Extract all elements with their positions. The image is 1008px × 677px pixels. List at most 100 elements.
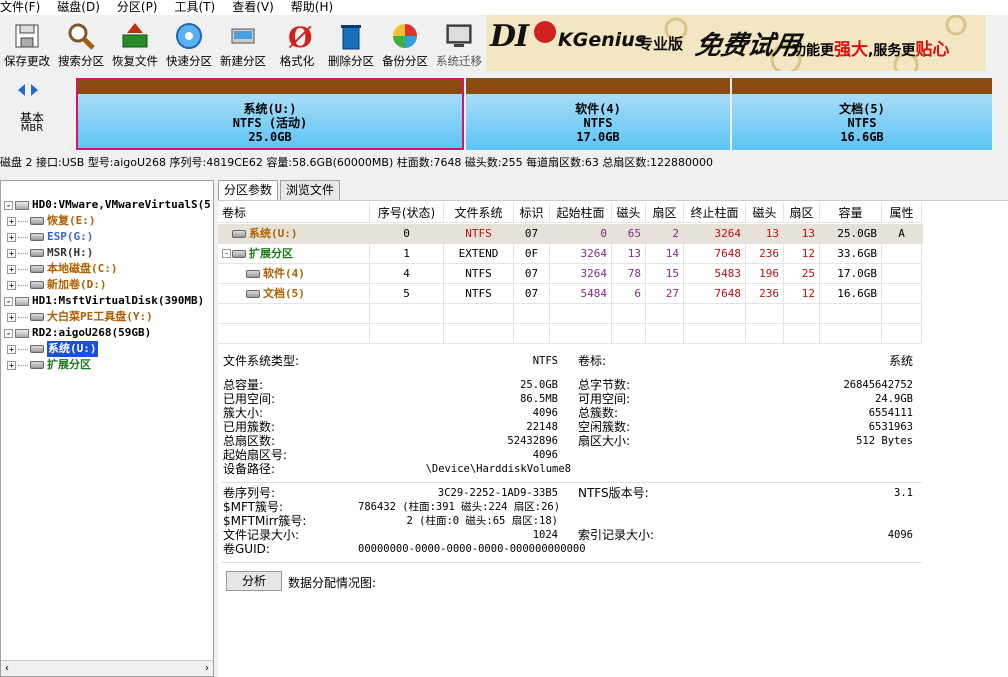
menu-item-2[interactable]: 分区(P) <box>117 0 165 15</box>
toolbar-label: 删除分区 <box>328 54 374 68</box>
analyze-button[interactable]: 分析 <box>226 571 282 591</box>
tree-partition-3[interactable]: + MSR(H:) <box>7 245 93 261</box>
brand-dot-icon <box>534 21 556 43</box>
detail-value: 24.9GB <box>875 393 913 405</box>
column-header[interactable]: 容量 <box>820 203 882 223</box>
expand-icon[interactable]: + <box>7 264 16 274</box>
tree-disk-8[interactable]: - RD2:aigoU268(59GB) <box>4 325 151 341</box>
toolbar-button-2[interactable]: 恢复文件 <box>108 15 162 70</box>
empty-cell <box>550 304 612 324</box>
detail-value: 1024 <box>532 529 558 541</box>
cell-sh: 13 <box>612 244 646 264</box>
expand-icon[interactable]: + <box>7 280 16 290</box>
table-row[interactable]: 软件(4) 4 NTFS 07 3264 78 15 5483 196 25 17.0GB <box>218 264 923 284</box>
toolbar-button-5[interactable]: Ø 格式化 <box>270 15 324 70</box>
scroll-left-icon[interactable]: ‹ <box>5 663 9 674</box>
empty-cell <box>646 324 684 344</box>
scroll-right-icon[interactable]: › <box>205 663 209 674</box>
detail-value: 6531963 <box>868 421 913 433</box>
cell-attr <box>882 284 922 304</box>
toolbar-button-8[interactable]: 系统迁移 <box>432 15 486 70</box>
cell-sc: 5484 <box>550 284 612 304</box>
tree-partition-10[interactable]: + 扩展分区 <box>7 357 91 373</box>
tree-partition-7[interactable]: + 大白菜PE工具盘(Y:) <box>7 309 153 325</box>
expand-icon[interactable]: + <box>7 360 16 370</box>
expand-icon[interactable]: + <box>7 216 16 226</box>
partition-block-1[interactable]: 软件(4) NTFS 17.0GB <box>466 78 730 150</box>
cell-sc: 3264 <box>550 264 612 284</box>
menu-item-5[interactable]: 帮助(H) <box>291 0 340 15</box>
cell-cap: 17.0GB <box>820 264 882 284</box>
column-header[interactable]: 文件系统 <box>444 203 514 223</box>
column-header[interactable]: 起始柱面 <box>550 203 612 223</box>
column-header[interactable]: 扇区 <box>646 203 684 223</box>
tree-connector <box>18 268 28 270</box>
tree-partition-4[interactable]: + 本地磁盘(C:) <box>7 261 118 277</box>
column-header[interactable]: 磁头 <box>612 203 646 223</box>
column-header[interactable]: 磁头 <box>746 203 784 223</box>
detail-value: \Device\HarddiskVolume8 <box>425 463 571 475</box>
toolbar-button-7[interactable]: 备份分区 <box>378 15 432 70</box>
expand-icon[interactable]: + <box>7 312 16 322</box>
detail-label: 总容量: <box>223 378 264 392</box>
expand-icon[interactable]: + <box>7 232 16 242</box>
partition-block-2[interactable]: 文档(5) NTFS 16.6GB <box>732 78 992 150</box>
detail-value: 2 (柱面:0 磁头:65 扇区:18) <box>406 515 558 527</box>
table-row[interactable]: 系统(U:) 0 NTFS 07 0 65 2 3264 13 13 25.0GB A <box>218 224 923 244</box>
toolbar-label: 备份分区 <box>382 54 428 68</box>
partition-block-0[interactable]: 系统(U:) NTFS (活动) 25.0GB <box>76 78 464 150</box>
expand-icon[interactable]: + <box>7 344 16 354</box>
partition-map: 系统(U:) NTFS (活动) 25.0GB 软件(4) NTFS 17.0GB 文档(5… <box>76 78 992 150</box>
tree-partition-1[interactable]: + 恢复(E:) <box>7 213 96 229</box>
table-row[interactable]: - 扩展分区 1 EXTEND 0F 3264 13 14 7648 236 12 33.6GB <box>218 244 923 264</box>
collapse-icon[interactable]: - <box>4 328 13 338</box>
menu-item-4[interactable]: 查看(V) <box>232 0 281 15</box>
tab-1[interactable]: 浏览文件 <box>280 180 341 200</box>
cell-ec: 7648 <box>684 284 746 304</box>
tree-partition-9[interactable]: + 系统(U:) <box>7 341 98 357</box>
menu-item-1[interactable]: 磁盘(D) <box>57 0 107 15</box>
column-header[interactable]: 扇区 <box>784 203 820 223</box>
tree-horizontal-scrollbar[interactable]: ‹ › <box>1 660 213 676</box>
tree-disk-6[interactable]: - HD1:MsftVirtualDisk(390MB) <box>4 293 204 309</box>
detail-label: 已用簇数: <box>223 420 276 434</box>
tree-partition-2[interactable]: + ESP(G:) <box>7 229 93 245</box>
toolbar-button-4[interactable]: 新建分区 <box>216 15 270 70</box>
tab-strip: 分区参数 浏览文件 <box>218 180 342 200</box>
partition-icon <box>30 313 44 321</box>
brand-edition: 专业版 <box>638 35 684 53</box>
menu-item-3[interactable]: 工具(T) <box>175 0 223 15</box>
detail-value: 4096 <box>532 407 558 419</box>
toolbar-button-1[interactable]: 搜索分区 <box>54 15 108 70</box>
partition-icon <box>30 233 44 241</box>
tree-partition-5[interactable]: + 新加卷(D:) <box>7 277 107 293</box>
column-header[interactable]: 标识 <box>514 203 550 223</box>
cell-sc: 0 <box>550 224 612 244</box>
tree-disk-0[interactable]: - HD0:VMware,VMwareVirtualS(5 <box>4 197 211 213</box>
partition-icon <box>232 250 246 258</box>
collapse-icon[interactable]: - <box>222 249 231 258</box>
column-header[interactable]: 属性 <box>882 203 922 223</box>
collapse-icon[interactable]: - <box>4 296 13 306</box>
save-changes-button[interactable]: 保存更改 <box>0 15 54 70</box>
column-header[interactable]: 卷标 <box>218 203 370 223</box>
column-header[interactable]: 终止柱面 <box>684 203 746 223</box>
volume-label-label: 卷标: <box>578 354 607 368</box>
toolbar-button-6[interactable]: 删除分区 <box>324 15 378 70</box>
quick-partition-icon <box>173 20 205 52</box>
detail-value: 3C29-2252-1AD9-33B5 <box>437 487 558 499</box>
collapse-icon[interactable]: - <box>4 200 13 210</box>
data-distribution-label: 数据分配情况图: <box>288 576 377 590</box>
hard-disk-icon <box>15 200 29 210</box>
menu-item-0[interactable]: 文件(F) <box>0 0 47 15</box>
next-disk-icon[interactable] <box>31 84 38 96</box>
prev-disk-icon[interactable] <box>18 84 25 96</box>
tab-0[interactable]: 分区参数 <box>218 180 279 200</box>
tree-label: 本地磁盘(C:) <box>47 262 118 275</box>
table-header: 卷标 序号(状态) 文件系统 标识 起始柱面 磁头 扇区 终止柱面 磁头 扇区 容量 属性 <box>218 203 923 223</box>
column-header[interactable]: 序号(状态) <box>370 203 444 223</box>
empty-cell <box>550 324 612 344</box>
table-row[interactable]: 文档(5) 5 NTFS 07 5484 6 27 7648 236 12 16.6GB <box>218 284 923 304</box>
expand-icon[interactable]: + <box>7 248 16 258</box>
toolbar-button-3[interactable]: 快速分区 <box>162 15 216 70</box>
